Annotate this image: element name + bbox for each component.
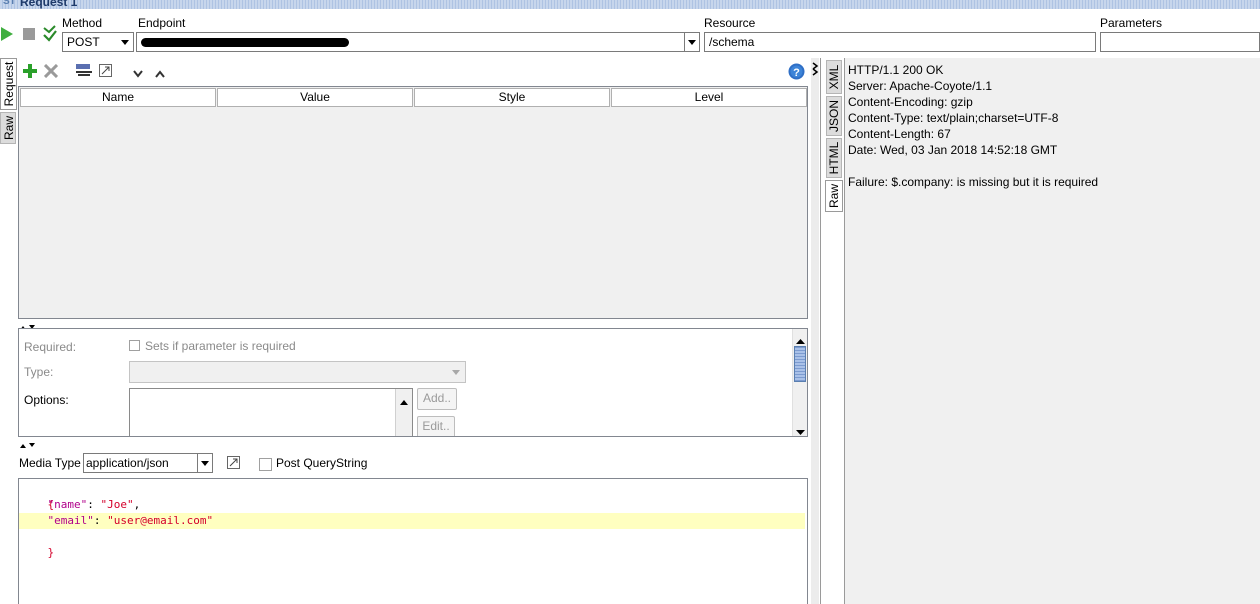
- run-request-icon[interactable]: [0, 26, 14, 45]
- type-select[interactable]: [129, 361, 466, 383]
- body-key-name: "name": [47, 498, 88, 511]
- required-label: Required:: [24, 340, 77, 354]
- tab-response-json[interactable]: JSON: [826, 96, 842, 136]
- options-label: Options:: [24, 393, 69, 407]
- response-raw-view[interactable]: HTTP/1.1 200 OK Server: Apache-Coyote/1.…: [844, 58, 1260, 604]
- body-key-email: "email": [47, 514, 94, 527]
- title-bar: ST Request 1: [0, 0, 1260, 9]
- tab-response-html[interactable]: HTML: [826, 138, 842, 178]
- tab-response-json-label: JSON: [827, 100, 841, 133]
- method-value: POST: [67, 35, 100, 49]
- parameters-input[interactable]: [1100, 32, 1260, 52]
- response-line: Content-Type: text/plain;charset=UTF-8: [848, 111, 1059, 125]
- title-prefix: ST: [3, 0, 16, 7]
- tab-response-raw[interactable]: Raw: [825, 180, 843, 212]
- resource-input[interactable]: /schema: [704, 32, 1096, 52]
- method-select[interactable]: POST: [62, 32, 134, 52]
- properties-scrollbar[interactable]: [792, 329, 807, 436]
- edit-option-button[interactable]: Edit..: [417, 416, 455, 436]
- parameters-label: Parameters: [1100, 16, 1163, 30]
- add-option-button[interactable]: Add..: [417, 388, 457, 410]
- media-type-combo[interactable]: application/json: [83, 453, 213, 473]
- chevron-down-icon: [688, 40, 696, 45]
- stop-request-icon[interactable]: [22, 27, 36, 44]
- endpoint-dropdown-button[interactable]: [684, 33, 699, 51]
- response-line: Content-Encoding: gzip: [848, 95, 973, 109]
- tab-request[interactable]: Request: [0, 58, 17, 110]
- media-type-value: application/json: [86, 456, 169, 470]
- column-header-level[interactable]: Level: [611, 88, 807, 107]
- parameter-properties-panel: Required: Sets if parameter is required …: [18, 328, 808, 437]
- body-value-email: "user@email.com": [107, 514, 214, 527]
- scroll-down-icon[interactable]: [796, 425, 805, 436]
- endpoint-combo[interactable]: [136, 32, 700, 52]
- request-tab-title[interactable]: Request 1: [20, 0, 77, 9]
- redacted-endpoint-mark: [141, 38, 349, 47]
- column-header-name[interactable]: Name: [20, 88, 216, 107]
- collapse-right-icon[interactable]: [812, 62, 819, 79]
- body-value-name: "Joe": [100, 498, 134, 511]
- expand-window-icon[interactable]: [99, 64, 112, 80]
- resource-value: /schema: [709, 35, 755, 49]
- request-body-editor[interactable]: { "name": "Joe", "email": "user@email.co…: [18, 478, 808, 604]
- body-line-1: {: [21, 481, 55, 511]
- column-header-value[interactable]: Value: [217, 88, 413, 107]
- required-checkbox-label: Sets if parameter is required: [145, 339, 296, 353]
- scroll-up-icon[interactable]: [400, 394, 408, 408]
- resource-label: Resource: [704, 16, 756, 30]
- divider-line: [820, 58, 821, 604]
- response-line: Date: Wed, 03 Jan 2018 14:52:18 GMT: [848, 143, 1058, 157]
- required-checkbox[interactable]: [129, 340, 140, 351]
- tab-response-xml[interactable]: XML: [826, 60, 842, 94]
- scroll-up-icon[interactable]: [796, 333, 805, 347]
- parameters-table: Name Value Style Level: [18, 86, 808, 319]
- chevron-down-icon: [201, 461, 209, 466]
- response-line: Content-Length: 67: [848, 127, 951, 141]
- tab-raw[interactable]: Raw: [0, 112, 16, 144]
- tab-raw-label: Raw: [2, 116, 16, 141]
- response-line: Server: Apache-Coyote/1.1: [848, 79, 993, 93]
- remove-parameter-icon[interactable]: [43, 63, 59, 81]
- body-line-2: "name": "Joe",: [47, 498, 141, 511]
- media-type-label: Media Type: [19, 456, 81, 470]
- tab-response-xml-label: XML: [827, 64, 841, 90]
- method-label: Method: [62, 16, 103, 30]
- column-header-style[interactable]: Style: [414, 88, 610, 107]
- extract-params-icon[interactable]: [76, 64, 92, 81]
- endpoint-label: Endpoint: [138, 16, 186, 30]
- response-failure-line: Failure: $.company: is missing but it is…: [848, 175, 1099, 189]
- move-up-icon[interactable]: [155, 67, 165, 81]
- add-parameter-icon[interactable]: [23, 64, 37, 81]
- tab-response-html-label: HTML: [827, 141, 841, 175]
- chevron-down-icon: [452, 370, 460, 375]
- post-querystring-label: Post QueryString: [276, 456, 368, 470]
- tab-response-raw-label: Raw: [827, 184, 841, 209]
- response-line: HTTP/1.1 200 OK: [848, 63, 944, 77]
- body-line-3-current: "email": "user@email.com": [19, 513, 805, 529]
- splitter-toggle-icon[interactable]: [19, 438, 39, 452]
- apply-changes-icon[interactable]: [42, 24, 58, 47]
- move-down-icon[interactable]: [133, 67, 143, 81]
- expand-window-icon[interactable]: [227, 456, 240, 472]
- post-querystring-checkbox[interactable]: [259, 458, 272, 471]
- type-label: Type:: [24, 365, 54, 379]
- media-type-dropdown-button[interactable]: [197, 454, 212, 472]
- scroll-thumb[interactable]: [794, 346, 806, 382]
- panel-divider[interactable]: [811, 58, 819, 604]
- svg-text:?: ?: [793, 67, 800, 79]
- help-icon[interactable]: ?: [788, 63, 805, 83]
- body-close-brace: }: [47, 546, 55, 559]
- options-scrollbar[interactable]: [395, 389, 412, 436]
- body-line-4: }: [21, 529, 55, 559]
- options-list[interactable]: [129, 388, 413, 436]
- tab-request-label: Request: [2, 61, 16, 107]
- chevron-down-icon: [121, 40, 129, 45]
